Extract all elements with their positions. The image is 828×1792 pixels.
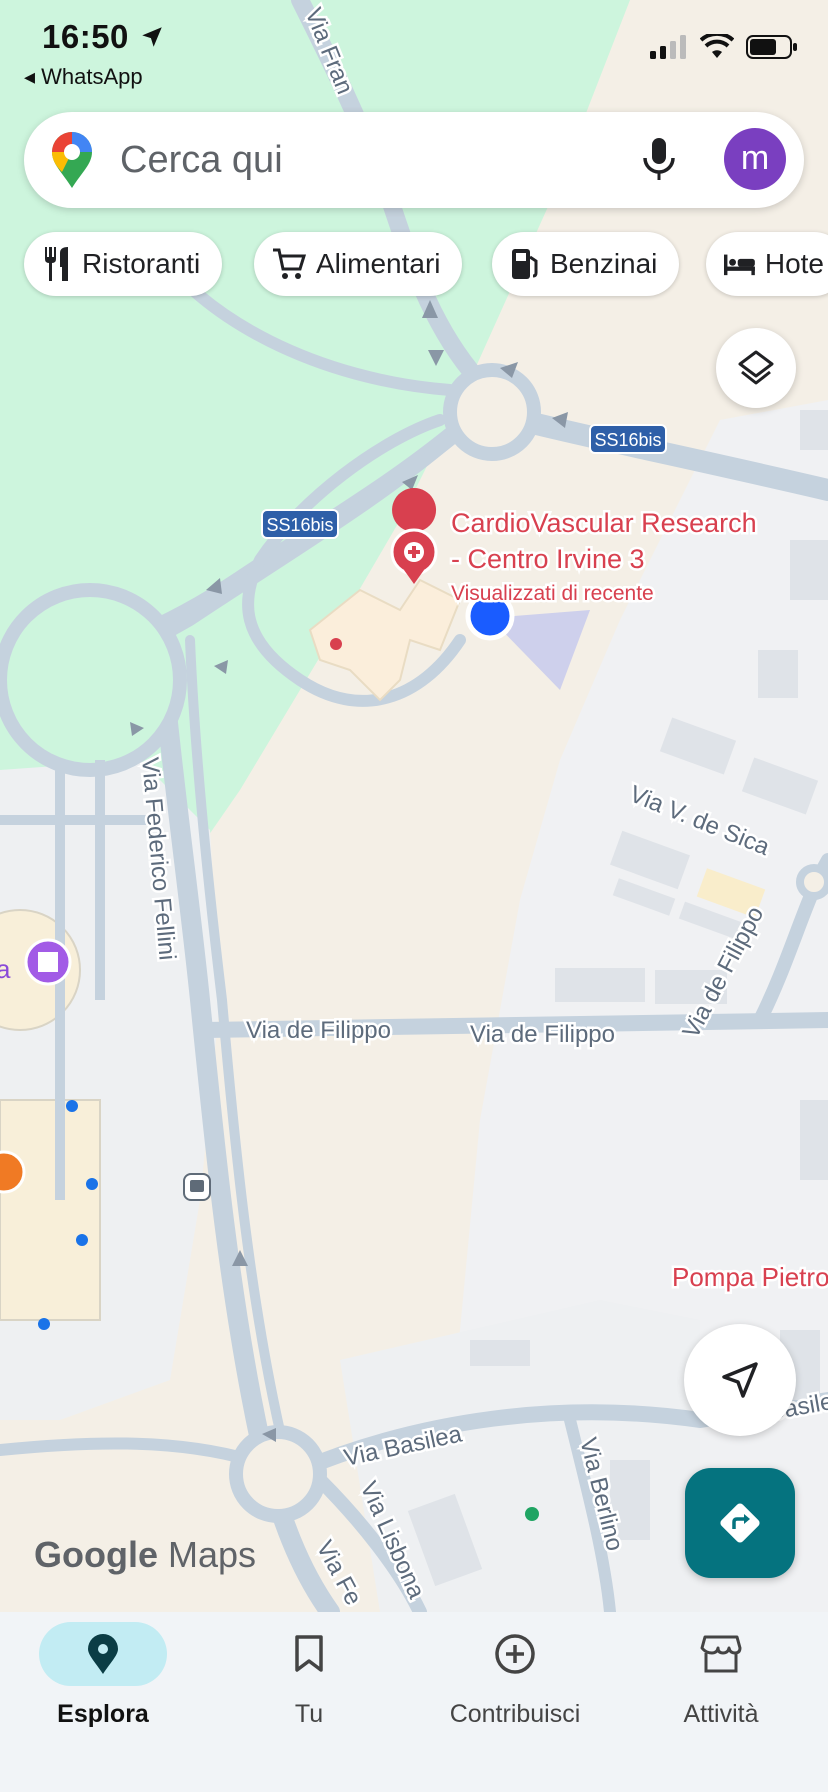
chip-label: Benzinai [550, 248, 658, 279]
roundabout-west [0, 583, 187, 777]
chip-label: Alimentari [316, 248, 441, 279]
poi-pompa-label: Pompa Pietro [672, 1262, 828, 1292]
account-avatar[interactable]: m [724, 128, 786, 190]
status-time: 16:50 [42, 18, 129, 55]
nav-contribuisci[interactable]: Contribuisci [412, 1622, 618, 1729]
chip-benzinai[interactable]: Benzinai [492, 232, 680, 296]
roundabout-north [443, 363, 541, 461]
location-arrow-icon [141, 27, 162, 47]
layers-icon [738, 350, 774, 385]
chip-label: Ristoranti [82, 248, 201, 279]
chip-ristoranti[interactable]: Ristoranti [24, 232, 223, 296]
nav-label: Contribuisci [449, 1700, 581, 1728]
microphone-icon[interactable] [642, 138, 676, 182]
fork-knife-icon [45, 247, 68, 281]
google-wordmark: Google [34, 1534, 158, 1575]
chip-alimentari[interactable]: Alimentari [254, 232, 463, 296]
cellular-signal-icon [650, 35, 686, 59]
nav-esplora[interactable]: Esplora [0, 1622, 206, 1729]
battery-icon [746, 35, 797, 59]
bottom-navigation: Esplora Tu Contribuisci Attività [0, 1612, 828, 1792]
shield-ss16bis-a: SS16bis [261, 509, 339, 539]
cinema-poi-icon[interactable] [24, 938, 72, 986]
status-bar: 16:50 ◂ WhatsApp [0, 0, 828, 96]
svg-text:SS16bis: SS16bis [594, 430, 661, 450]
layers-button[interactable] [716, 328, 796, 408]
place-name-line2: - Centro Irvine 3 [451, 544, 645, 574]
cart-icon [273, 248, 306, 279]
label-edge-a: a [0, 954, 11, 984]
red-dot-marker [330, 638, 342, 650]
label-via-de-filippo-1: Via de Filippo [246, 1017, 391, 1044]
maps-wordmark: Maps [168, 1534, 257, 1575]
bookmark-icon [295, 1635, 323, 1672]
nav-tu[interactable]: Tu [206, 1622, 412, 1729]
location-pin-icon [88, 1634, 118, 1674]
hospital-pin-icon[interactable] [390, 488, 438, 584]
svg-text:SS16bis: SS16bis [266, 515, 333, 535]
nav-label: Esplora [57, 1700, 149, 1728]
green-marker [525, 1507, 539, 1521]
shield-ss16bis-b: SS16bis [589, 424, 667, 454]
store-icon [700, 1635, 742, 1673]
search-input[interactable]: Cerca qui [120, 139, 283, 182]
chip-hotel[interactable]: Hote [706, 232, 828, 296]
back-to-app-link[interactable]: ◂ WhatsApp [24, 64, 143, 90]
chip-label: Hote [764, 248, 824, 279]
directions-icon [720, 1503, 760, 1543]
nav-label: Tu [294, 1700, 324, 1728]
google-maps-logo: Google Maps [34, 1534, 256, 1576]
nav-attivita[interactable]: Attività [618, 1622, 824, 1729]
bed-icon [724, 254, 755, 276]
bus-stop-icon[interactable] [183, 1173, 211, 1201]
place-name-line1: CardioVascular Research [451, 508, 757, 538]
roundabout-south [229, 1425, 327, 1523]
recenter-button[interactable] [684, 1324, 796, 1436]
roundabout-east [796, 864, 828, 900]
add-circle-icon [495, 1634, 535, 1674]
label-via-de-filippo-2: Via de Filippo [470, 1021, 615, 1048]
nav-label: Attività [683, 1700, 759, 1728]
maps-pin-logo-icon [52, 132, 92, 188]
place-subtitle: Visualizzati di recente [451, 582, 654, 605]
search-bar[interactable]: Cerca qui m [24, 112, 804, 208]
directions-button[interactable] [685, 1468, 795, 1578]
gas-pump-icon [512, 249, 538, 279]
navigation-arrow-icon [722, 1362, 758, 1398]
wifi-icon [700, 34, 734, 58]
